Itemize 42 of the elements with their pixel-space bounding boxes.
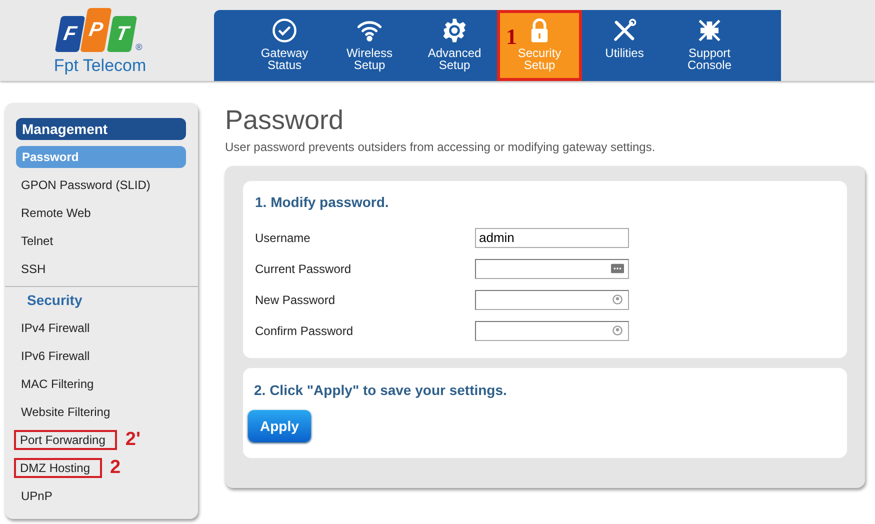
sidebar-item[interactable]: GPON Password (SLID) [16,175,156,195]
field-label: Username [255,230,312,244]
sidebar-item[interactable]: Website Filtering [16,402,116,422]
nav-tab[interactable]: Wireless Setup [327,10,412,81]
compress-arrows-icon [696,17,723,44]
sidebar-item[interactable]: IPv4 Firewall [16,318,95,338]
sidebar-item[interactable]: IPv6 Firewall [16,346,95,366]
sidebar-item[interactable]: UPnP [16,486,58,506]
section-heading: 2. Click "Apply" to save your settings. [253,382,508,398]
settings-icon [441,17,468,44]
page-description: User password prevents outsiders from accessing or modifying gateway settings. [225,140,656,154]
annotation-number: 1 [506,24,517,50]
sidebar-item[interactable]: MAC Filtering [16,374,99,394]
input-field[interactable]: admin [475,228,629,248]
brand-name: Fpt Telecom [54,56,146,76]
field-label: New Password [255,292,336,306]
tools-icon [611,17,638,44]
input-field[interactable] [475,320,629,340]
sidebar-item[interactable]: Remote Web [16,203,96,223]
nav-tab[interactable]: Advanced Setup [412,10,497,81]
section-heading: 1. Modify password. [255,194,390,210]
check-circle-icon [271,17,298,44]
sidebar-item[interactable]: Telnet [16,231,58,251]
nav-tab[interactable]: Support Console [667,10,752,81]
field-label: Current Password [255,262,352,276]
sidebar-section-header[interactable]: Security [5,286,198,311]
input-field[interactable] [475,290,629,310]
sidebar-item[interactable]: DMZ Hosting [14,458,102,478]
nav-tab[interactable]: Utilities [582,10,667,81]
nav-tab[interactable]: Gateway Status [242,10,327,81]
input-field[interactable] [475,258,629,278]
annotation-number: 2 [110,457,121,479]
sidebar-item[interactable]: Port Forwarding [14,430,118,450]
apply-button[interactable]: Apply [248,410,311,442]
page-title: Password [225,105,345,136]
field-label: Confirm Password [255,324,354,338]
annotation-number: 2' [125,429,140,451]
key-icon [611,294,624,304]
dots-icon [611,262,624,274]
key-icon [611,324,624,336]
sidebar-section-header[interactable]: Management [16,118,186,140]
sidebar-item[interactable]: SSH [16,259,51,279]
